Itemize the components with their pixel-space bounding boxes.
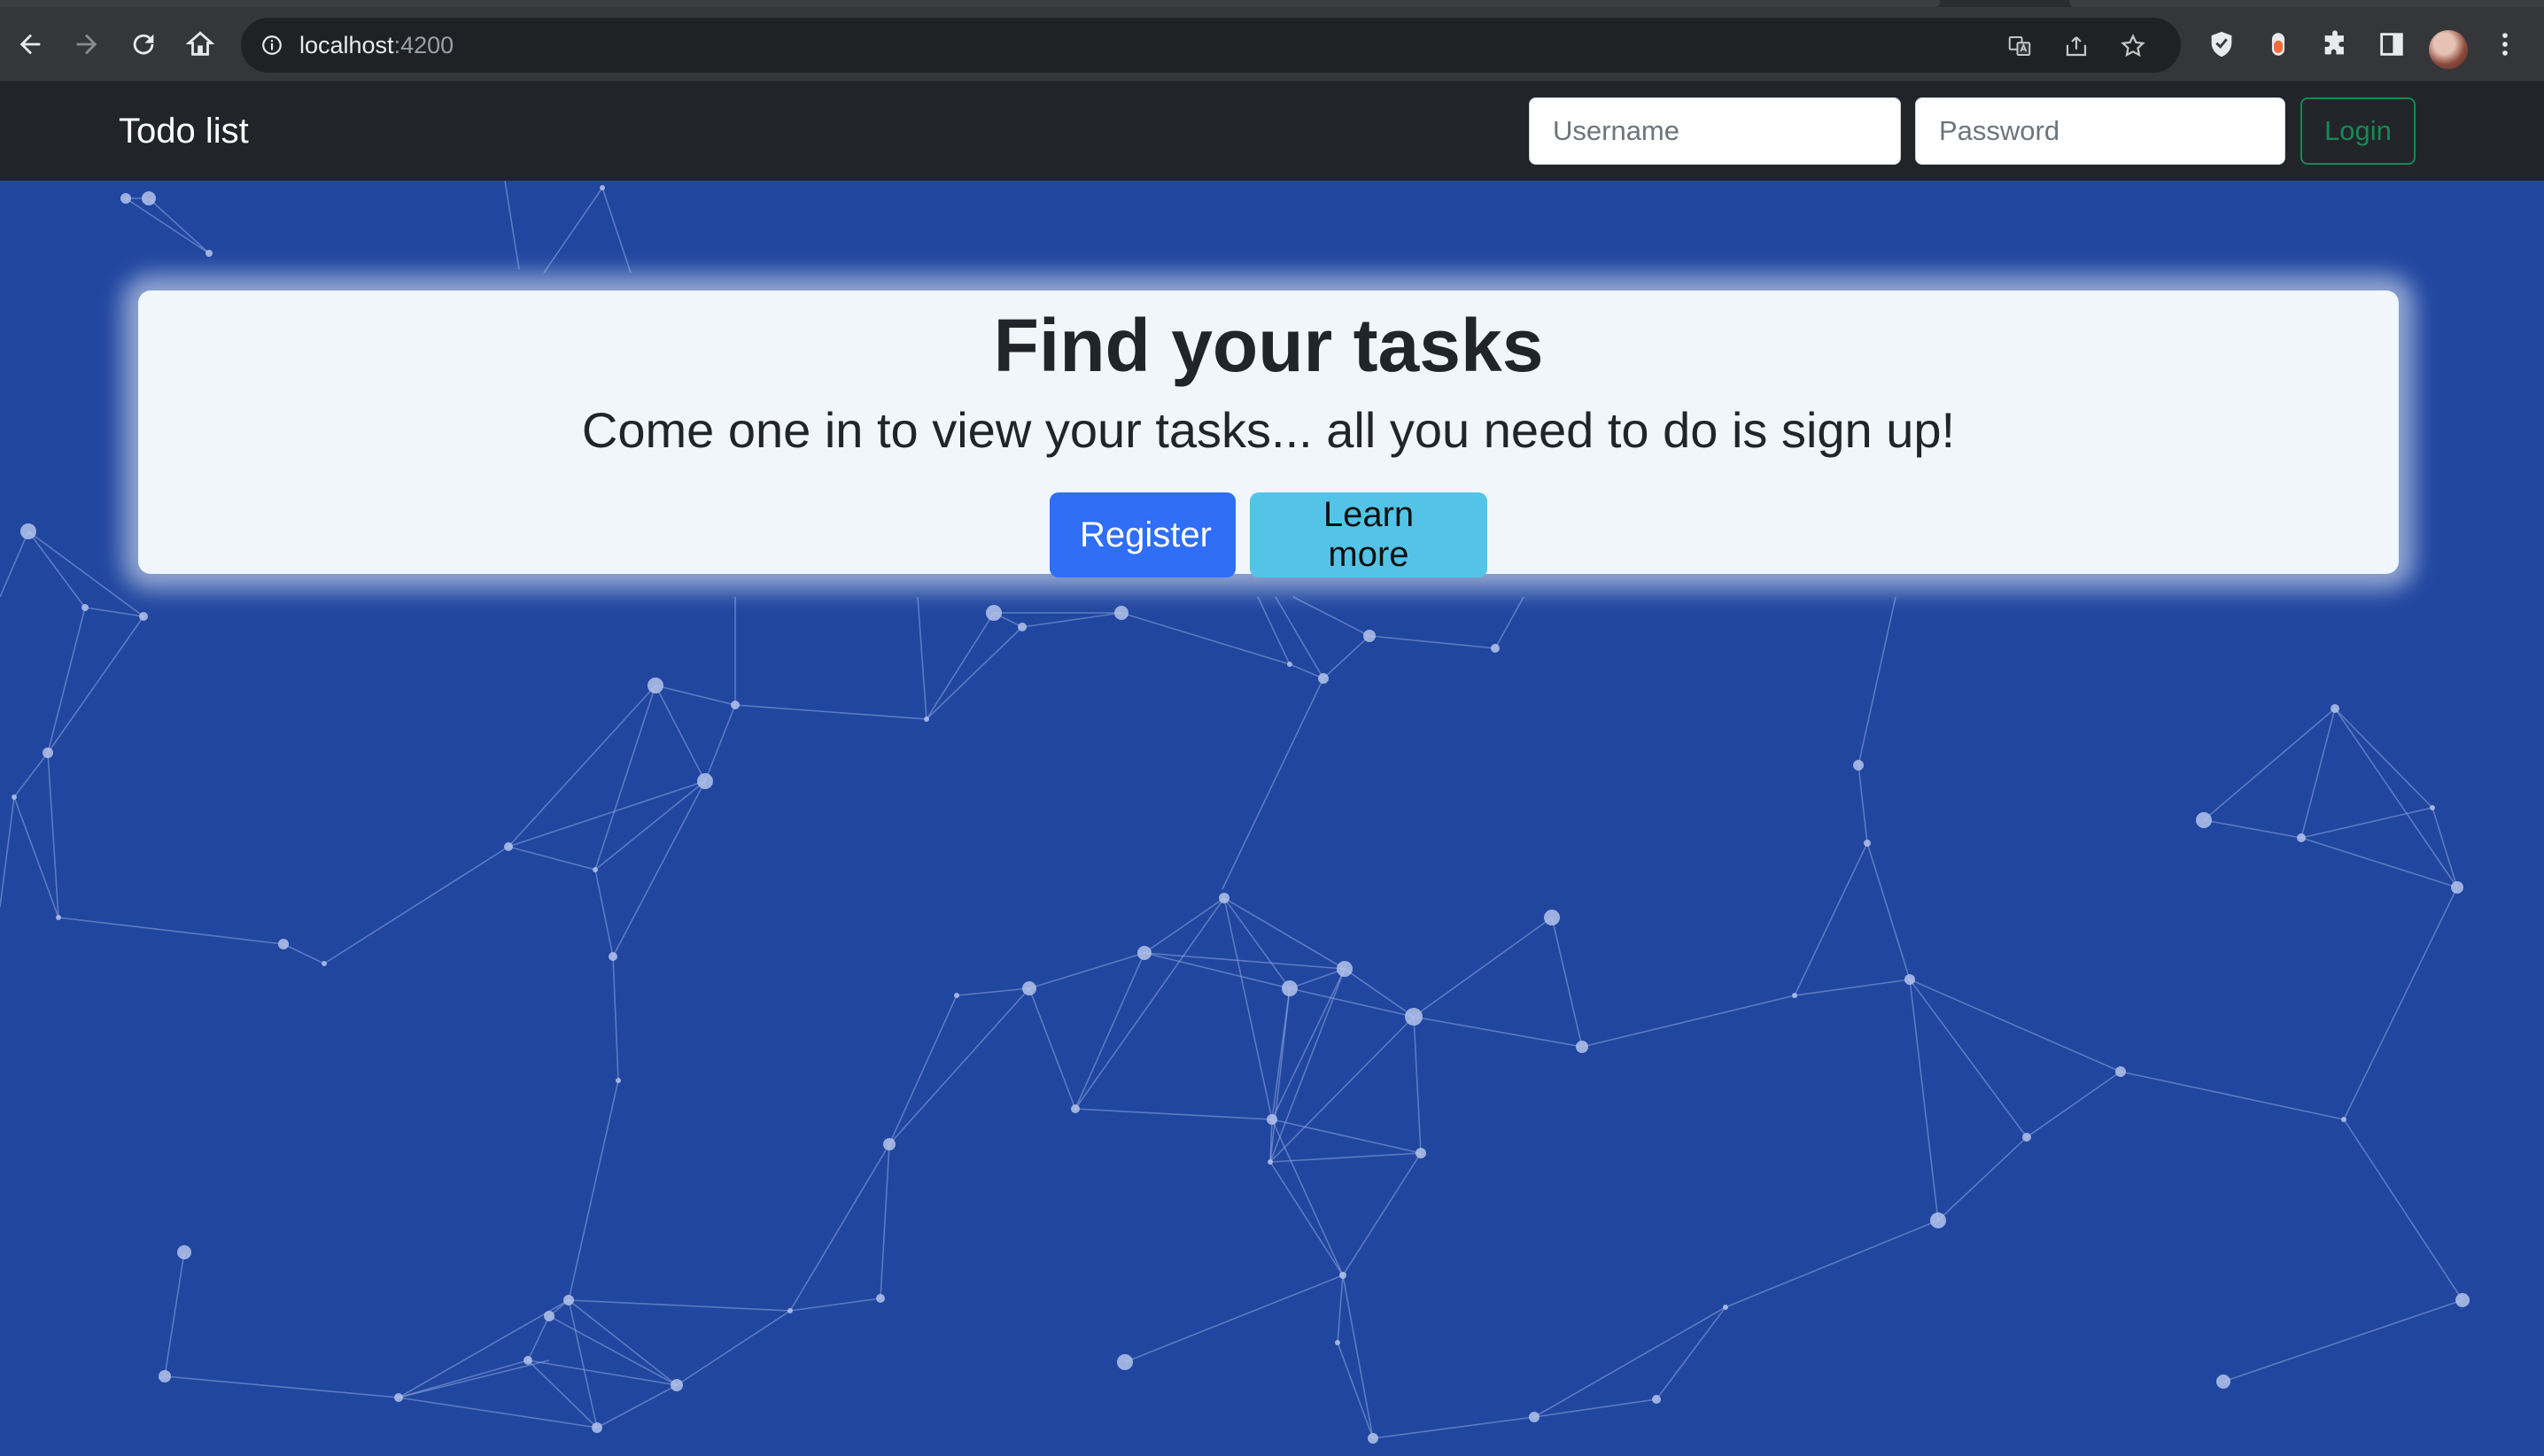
tab-strip-edge [2069, 0, 2544, 7]
reload-icon[interactable] [126, 27, 161, 62]
main-background: Find your tasks Come one in to view your… [0, 181, 2544, 1456]
hero-jumbotron: Find your tasks Come one in to view your… [138, 290, 2399, 577]
profile-avatar[interactable] [2429, 30, 2468, 69]
app-navbar: Todo list Login [0, 81, 2544, 181]
url-host: localhost [299, 32, 394, 58]
extension-orange-icon[interactable] [2261, 27, 2296, 62]
bookmark-star-icon[interactable] [2115, 28, 2151, 64]
site-info-icon[interactable] [257, 30, 287, 60]
url-port: :4200 [393, 32, 454, 58]
forward-arrow-icon[interactable] [69, 27, 105, 62]
active-tab[interactable] [0, 0, 1940, 7]
hero-actions: Register Learn more [138, 492, 2399, 577]
learn-more-button[interactable]: Learn more [1250, 492, 1487, 577]
hero-subtitle: Come one in to view your tasks... all yo… [581, 402, 1956, 458]
login-button[interactable]: Login [2300, 97, 2416, 165]
address-bar[interactable]: localhost:4200 [241, 18, 2181, 73]
home-icon[interactable] [182, 27, 218, 62]
url-text: localhost:4200 [299, 18, 454, 73]
hero-title: Find your tasks [993, 304, 1544, 387]
username-input[interactable] [1529, 97, 1901, 165]
extensions-puzzle-icon[interactable] [2317, 27, 2353, 62]
side-panel-icon[interactable] [2374, 27, 2409, 62]
browser-toolbar: localhost:4200 [0, 7, 2544, 81]
kebab-menu-icon[interactable] [2487, 27, 2523, 62]
navbar-brand[interactable]: Todo list [119, 81, 249, 181]
translate-icon[interactable] [2002, 28, 2037, 64]
register-button[interactable]: Register [1050, 492, 1236, 577]
shield-extension-icon[interactable] [2204, 27, 2239, 62]
password-input[interactable] [1915, 97, 2285, 165]
share-icon[interactable] [2059, 28, 2094, 64]
back-arrow-icon[interactable] [12, 27, 48, 62]
